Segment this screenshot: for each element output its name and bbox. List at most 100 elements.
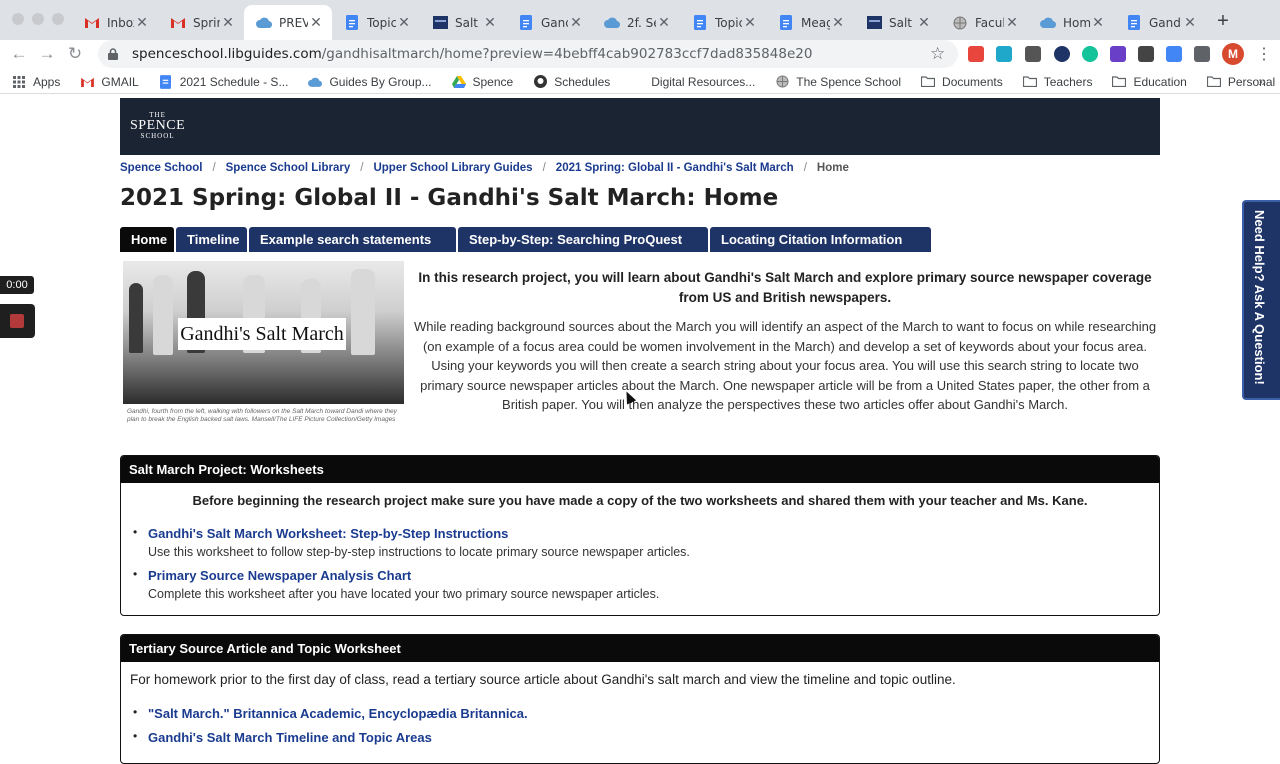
back-arrow-icon[interactable]: ← — [8, 43, 30, 65]
browser-tab[interactable]: Salt M ✕ — [420, 5, 506, 40]
breadcrumb-separator: / — [212, 162, 216, 174]
extension-icon[interactable] — [968, 46, 984, 62]
bookmark-item[interactable]: 2021 Schedule - S... — [159, 74, 289, 89]
close-icon[interactable]: ✕ — [742, 14, 758, 31]
cloud-icon — [256, 15, 272, 31]
bookmark-label: 2021 Schedule - S... — [179, 74, 289, 89]
bookmark-label: GMAIL — [101, 74, 139, 89]
worksheet-link[interactable]: Gandhi's Salt March Worksheet: Step-by-S… — [148, 525, 1159, 543]
breadcrumb-link[interactable]: 2021 Spring: Global II - Gandhi's Salt M… — [556, 162, 794, 174]
close-icon[interactable]: ✕ — [220, 14, 236, 31]
worksheet-description: Use this worksheet to follow step-by-ste… — [148, 545, 690, 559]
bookmark-item[interactable]: Teachers — [1022, 74, 1093, 89]
folder-icon — [921, 75, 936, 89]
tab-title: Salt M — [889, 15, 916, 30]
breadcrumb-link[interactable]: Spence School — [120, 162, 202, 174]
bookmark-item[interactable]: GMAIL — [80, 74, 139, 89]
close-icon[interactable]: ✕ — [1182, 14, 1198, 31]
window-zoom-dot[interactable] — [52, 13, 64, 25]
bookmark-label: Teachers — [1043, 74, 1093, 89]
extension-icon[interactable] — [1054, 46, 1070, 62]
cloud-icon — [604, 15, 620, 31]
breadcrumb-link[interactable]: Upper School Library Guides — [373, 162, 532, 174]
bookmark-item[interactable]: Guides By Group... — [308, 75, 432, 89]
bookmark-item[interactable]: Apps — [12, 75, 60, 89]
github-icon — [533, 75, 547, 89]
browser-tab[interactable]: Meag ✕ — [766, 5, 854, 40]
browser-tab[interactable]: 2f. Se ✕ — [592, 5, 680, 40]
stop-recording-button[interactable] — [0, 304, 35, 338]
tab-citation-information[interactable]: Locating Citation Information — [710, 227, 931, 252]
address-bar[interactable]: spenceschool.libguides.com/gandhisaltmar… — [98, 40, 958, 68]
timeline-topic-link[interactable]: Gandhi's Salt March Timeline and Topic A… — [148, 729, 1159, 747]
chevron-right-icon[interactable]: » — [1258, 73, 1266, 89]
docs-extension-icon[interactable] — [1166, 46, 1182, 62]
tab-example-search-statements[interactable]: Example search statements — [249, 227, 456, 252]
extension-icon[interactable] — [1138, 46, 1154, 62]
tab-home[interactable]: Home — [120, 227, 174, 252]
worksheet-link[interactable]: Primary Source Newspaper Analysis Chart — [148, 567, 1159, 585]
window-close-dot[interactable] — [12, 13, 24, 25]
close-icon[interactable]: ✕ — [916, 14, 932, 31]
new-tab-plus-icon[interactable]: + — [1212, 10, 1234, 32]
window-minimize-dot[interactable] — [32, 13, 44, 25]
bookmark-item[interactable]: Spence — [451, 75, 513, 89]
puzzle-extensions-icon[interactable] — [1194, 46, 1210, 62]
folder-icon — [1022, 75, 1037, 89]
ask-question-tab[interactable]: Need Help? Ask A Question! — [1242, 200, 1280, 400]
browser-tab[interactable]: Inbox ✕ — [72, 5, 158, 40]
bookmark-item[interactable]: Documents — [921, 75, 1003, 89]
bookmark-item[interactable]: Digital Resources... — [630, 75, 755, 89]
bookmark-item[interactable]: The Spence School — [775, 75, 901, 89]
box-heading: Tertiary Source Article and Topic Worksh… — [121, 635, 1159, 662]
extension-icon[interactable] — [1110, 46, 1126, 62]
drive-icon — [451, 75, 466, 89]
close-icon[interactable]: ✕ — [568, 14, 584, 31]
folder-icon — [1112, 75, 1127, 89]
breadcrumb-current: Home — [816, 162, 849, 174]
close-icon[interactable]: ✕ — [1090, 14, 1106, 31]
extension-icon[interactable] — [1025, 46, 1041, 62]
tab-title: Inbox — [107, 15, 134, 30]
list-item: Primary Source Newspaper Analysis Chart … — [121, 567, 1159, 603]
close-icon[interactable]: ✕ — [656, 14, 672, 31]
forward-arrow-icon[interactable]: → — [36, 43, 58, 65]
tab-searching-proquest[interactable]: Step-by-Step: Searching ProQuest — [458, 227, 708, 252]
close-icon[interactable]: ✕ — [830, 14, 846, 31]
breadcrumb-separator: / — [803, 162, 807, 174]
close-icon[interactable]: ✕ — [1004, 14, 1020, 31]
browser-tab[interactable]: Facult ✕ — [940, 5, 1028, 40]
spence-logo[interactable]: THE SPENCE SCHOOL — [130, 112, 185, 140]
intro-lead: In this research project, you will learn… — [418, 270, 1152, 305]
reload-icon[interactable]: ↻ — [64, 43, 86, 65]
browser-tab[interactable]: Salt M ✕ — [854, 5, 940, 40]
bookmark-star-icon[interactable]: ☆ — [930, 44, 945, 64]
intro-text: In this research project, you will learn… — [410, 268, 1160, 415]
grammarly-icon[interactable] — [1082, 46, 1098, 62]
close-icon[interactable]: ✕ — [396, 14, 412, 31]
more-menu-icon[interactable]: ⋮ — [1256, 44, 1272, 64]
browser-tab-active[interactable]: PREVI ✕ — [244, 5, 332, 40]
photo-caption-box: Gandhi's Salt March — [178, 318, 346, 350]
browser-tab[interactable]: Gandh ✕ — [1114, 5, 1206, 40]
profile-avatar[interactable]: M — [1222, 43, 1244, 65]
close-icon[interactable]: ✕ — [482, 14, 498, 31]
browser-tab[interactable]: Spring ✕ — [158, 5, 244, 40]
britannica-link[interactable]: "Salt March." Britannica Academic, Encyc… — [148, 705, 1159, 723]
breadcrumb-link[interactable]: Spence School Library — [226, 162, 351, 174]
browser-tab[interactable]: Home ✕ — [1028, 5, 1114, 40]
extension-icon[interactable] — [996, 46, 1012, 62]
photo-figure — [129, 283, 143, 353]
browser-tab[interactable]: Topic ✕ — [680, 5, 766, 40]
close-icon[interactable]: ✕ — [308, 14, 324, 31]
browser-tab[interactable]: Gandh ✕ — [506, 5, 592, 40]
close-icon[interactable]: ✕ — [134, 14, 150, 31]
photo-credit: Gandhi, fourth from the left, walking wi… — [127, 408, 397, 423]
help-tab-label: Need Help? Ask A Question! — [1252, 210, 1267, 385]
bookmark-item[interactable]: Education — [1112, 75, 1187, 89]
browser-tab[interactable]: Topic ✕ — [332, 5, 420, 40]
photo-figure — [153, 275, 173, 355]
tab-timeline[interactable]: Timeline — [176, 227, 247, 252]
photo-figure — [351, 269, 375, 355]
bookmark-item[interactable]: Schedules — [533, 75, 610, 89]
